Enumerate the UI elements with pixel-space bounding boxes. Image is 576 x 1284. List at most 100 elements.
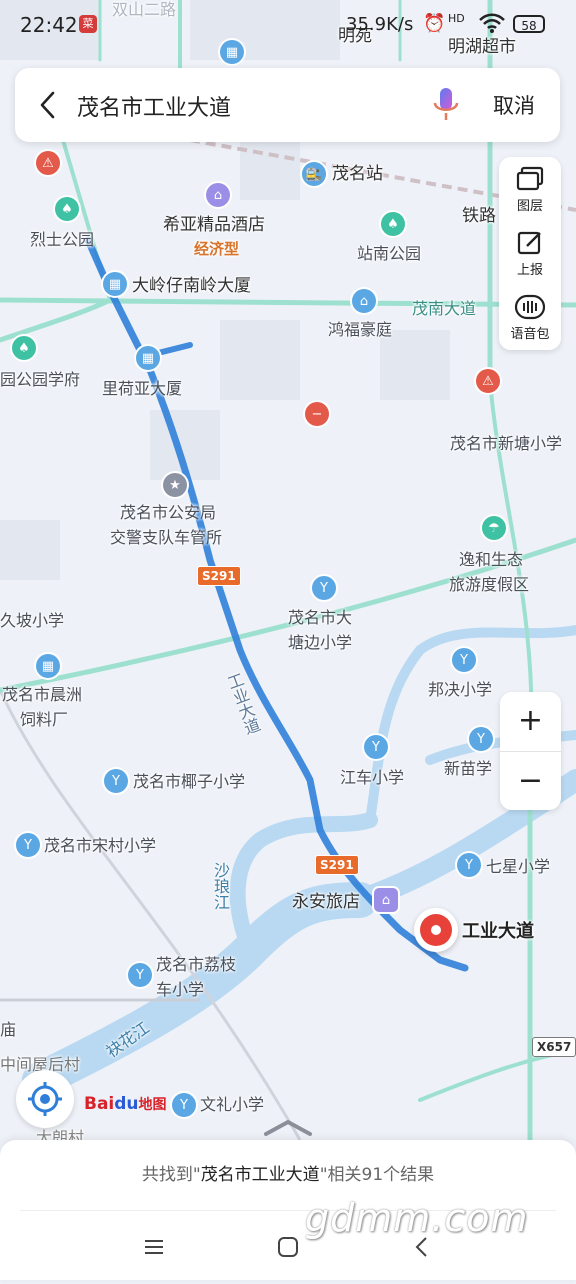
label-xiya-hotel[interactable]: 希亚精品酒店 — [163, 215, 265, 235]
school-icon[interactable]: Y — [457, 853, 481, 877]
cancel-button[interactable]: 取消 — [493, 90, 535, 120]
logo-text-ditu: 地图 — [138, 1097, 167, 1113]
school-icon[interactable]: Y — [469, 727, 493, 751]
network-speed: 35.9K/s — [346, 14, 414, 35]
label-liheya[interactable]: 里荷亚大厦 — [102, 379, 182, 399]
alarm-icon: ⏰ — [423, 13, 446, 34]
school-icon[interactable]: Y — [16, 833, 40, 857]
wifi-icon — [479, 13, 505, 33]
park-icon[interactable]: ♠ — [55, 197, 79, 221]
road-shield-s291: S291 — [197, 566, 241, 586]
system-nav-bar — [0, 1225, 576, 1280]
school-icon[interactable]: Y — [104, 769, 128, 793]
label-tangbian-1[interactable]: 茂名市大 — [288, 608, 352, 628]
result-summary[interactable]: 共找到"茂名市工业大道"相关91个结果 — [0, 1160, 576, 1185]
chevron-up-icon[interactable] — [262, 1118, 314, 1138]
search-query[interactable]: 茂名市工业大道 — [77, 90, 231, 122]
label-lizhi-2[interactable]: 车小学 — [156, 980, 204, 1000]
label-lizhi-1[interactable]: 茂名市荔枝 — [156, 955, 236, 975]
notification-icon: 菜 — [79, 15, 97, 33]
status-time: 22:42 — [20, 13, 78, 37]
back-arrow-icon[interactable] — [37, 90, 59, 120]
label-yihe-2[interactable]: 旅游度假区 — [449, 575, 529, 595]
report-button[interactable]: 上报 — [499, 229, 561, 278]
label-temple[interactable]: 庙 — [0, 1020, 16, 1040]
home-icon[interactable] — [276, 1235, 300, 1259]
layers-button[interactable]: 图层 — [499, 165, 561, 214]
label-yezi[interactable]: 茂名市椰子小学 — [133, 772, 245, 792]
school-icon[interactable]: Y — [452, 648, 476, 672]
school-icon[interactable]: Y — [364, 735, 388, 759]
road-shield-s291: S291 — [315, 855, 359, 875]
building-icon[interactable]: ▦ — [36, 654, 60, 678]
label-maonan-road: 茂南大道 — [412, 299, 477, 318]
park-icon[interactable]: ♠ — [381, 212, 405, 236]
label-xintang[interactable]: 茂名市新塘小学 — [450, 434, 562, 454]
menu-icon[interactable] — [142, 1235, 166, 1259]
label-railway: 铁路 — [462, 206, 496, 226]
zoom-out-button[interactable]: − — [500, 751, 561, 810]
voice-pack-icon — [514, 294, 546, 320]
label-maoming-station[interactable]: 茂名站 — [332, 164, 383, 184]
label-jiupo[interactable]: 久坡小学 — [0, 611, 64, 631]
label-shalang-river: 沙琅江 — [211, 862, 230, 910]
layers-icon — [516, 166, 544, 191]
label-xinmiao[interactable]: 新苗学 — [444, 759, 492, 779]
report-label: 上报 — [516, 263, 543, 278]
road-shield-x657: X657 — [532, 1037, 576, 1057]
label-chenzhou-2[interactable]: 饲料厂 — [20, 710, 68, 730]
hotel-icon[interactable]: ⌂ — [206, 183, 230, 207]
logo-text-du: du — [114, 1094, 139, 1114]
label-police-1[interactable]: 茂名市公安局 — [120, 503, 216, 523]
search-bar[interactable]: 茂名市工业大道 取消 — [15, 68, 560, 142]
building-icon[interactable]: ▦ — [136, 346, 160, 370]
label-bangjue[interactable]: 邦决小学 — [428, 680, 492, 700]
baidu-map-logo: Baidu地图 — [84, 1094, 167, 1114]
residence-icon[interactable]: ⌂ — [352, 289, 376, 313]
label-police-2[interactable]: 交警支队车管所 — [110, 528, 222, 548]
school-icon[interactable]: Y — [172, 1093, 196, 1117]
label-hongfu[interactable]: 鸿福豪庭 — [328, 320, 392, 340]
label-jiangche[interactable]: 江车小学 — [340, 768, 404, 788]
construction-icon[interactable]: ⚠ — [36, 151, 60, 175]
status-bar: 22:42 菜 35.9K/s ⏰ HD 58 — [0, 0, 576, 50]
label-lieshi-park[interactable]: 烈士公园 — [30, 230, 94, 250]
park-icon[interactable]: ♠ — [12, 336, 36, 360]
label-economy: 经济型 — [194, 240, 240, 258]
crosshair-icon — [28, 1082, 62, 1116]
label-zhannan-park[interactable]: 站南公园 — [357, 244, 421, 264]
label-yongan[interactable]: 永安旅店 — [292, 892, 360, 912]
back-icon[interactable] — [410, 1235, 434, 1259]
school-icon[interactable]: Y — [312, 576, 336, 600]
label-wenli[interactable]: 文礼小学 — [200, 1095, 264, 1115]
resort-icon[interactable]: ☂ — [482, 516, 506, 540]
construction-icon[interactable]: ⚠ — [476, 369, 500, 393]
label-daling[interactable]: 大岭仔南岭大厦 — [132, 276, 251, 296]
layers-label: 图层 — [516, 199, 543, 214]
label-tangbian-2[interactable]: 塘边小学 — [288, 633, 352, 653]
police-icon[interactable]: ★ — [163, 473, 187, 497]
map-tools-panel: 图层 上报 语音包 — [499, 157, 561, 350]
no-entry-icon[interactable]: − — [305, 402, 329, 426]
school-icon[interactable]: Y — [128, 963, 152, 987]
label-park-school[interactable]: 园公园学府 — [0, 370, 80, 390]
voice-pack-button[interactable]: 语音包 — [499, 293, 561, 342]
destination-pin-icon[interactable] — [414, 908, 458, 952]
map-canvas[interactable]: 双山二路 明苑 明湖超市 ▦ 🚉 茂名站 铁路 ⚠ ♠ 烈士公园 ⌂ 希亚精品酒… — [0, 0, 576, 1280]
train-station-icon[interactable]: 🚉 — [302, 162, 326, 186]
label-qixing[interactable]: 七星小学 — [486, 857, 550, 877]
logo-text-bai: Bai — [84, 1094, 115, 1114]
hotel-bed-icon[interactable]: ⌂ — [374, 888, 398, 912]
label-songcun[interactable]: 茂名市宋村小学 — [44, 836, 156, 856]
label-chenzhou-1[interactable]: 茂名市晨洲 — [2, 685, 82, 705]
voice-pack-label: 语音包 — [510, 327, 550, 342]
result-suffix: "相关91个结果 — [319, 1165, 435, 1185]
zoom-in-button[interactable]: + — [500, 692, 561, 750]
locate-button[interactable] — [16, 1070, 74, 1128]
result-prefix: 共找到" — [141, 1165, 201, 1185]
microphone-icon[interactable] — [431, 86, 461, 124]
building-icon[interactable]: ▦ — [103, 272, 127, 296]
label-yihe-1[interactable]: 逸和生态 — [459, 550, 523, 570]
label-destination[interactable]: 工业大道 — [462, 922, 534, 942]
signal-icon: HD — [448, 12, 465, 25]
